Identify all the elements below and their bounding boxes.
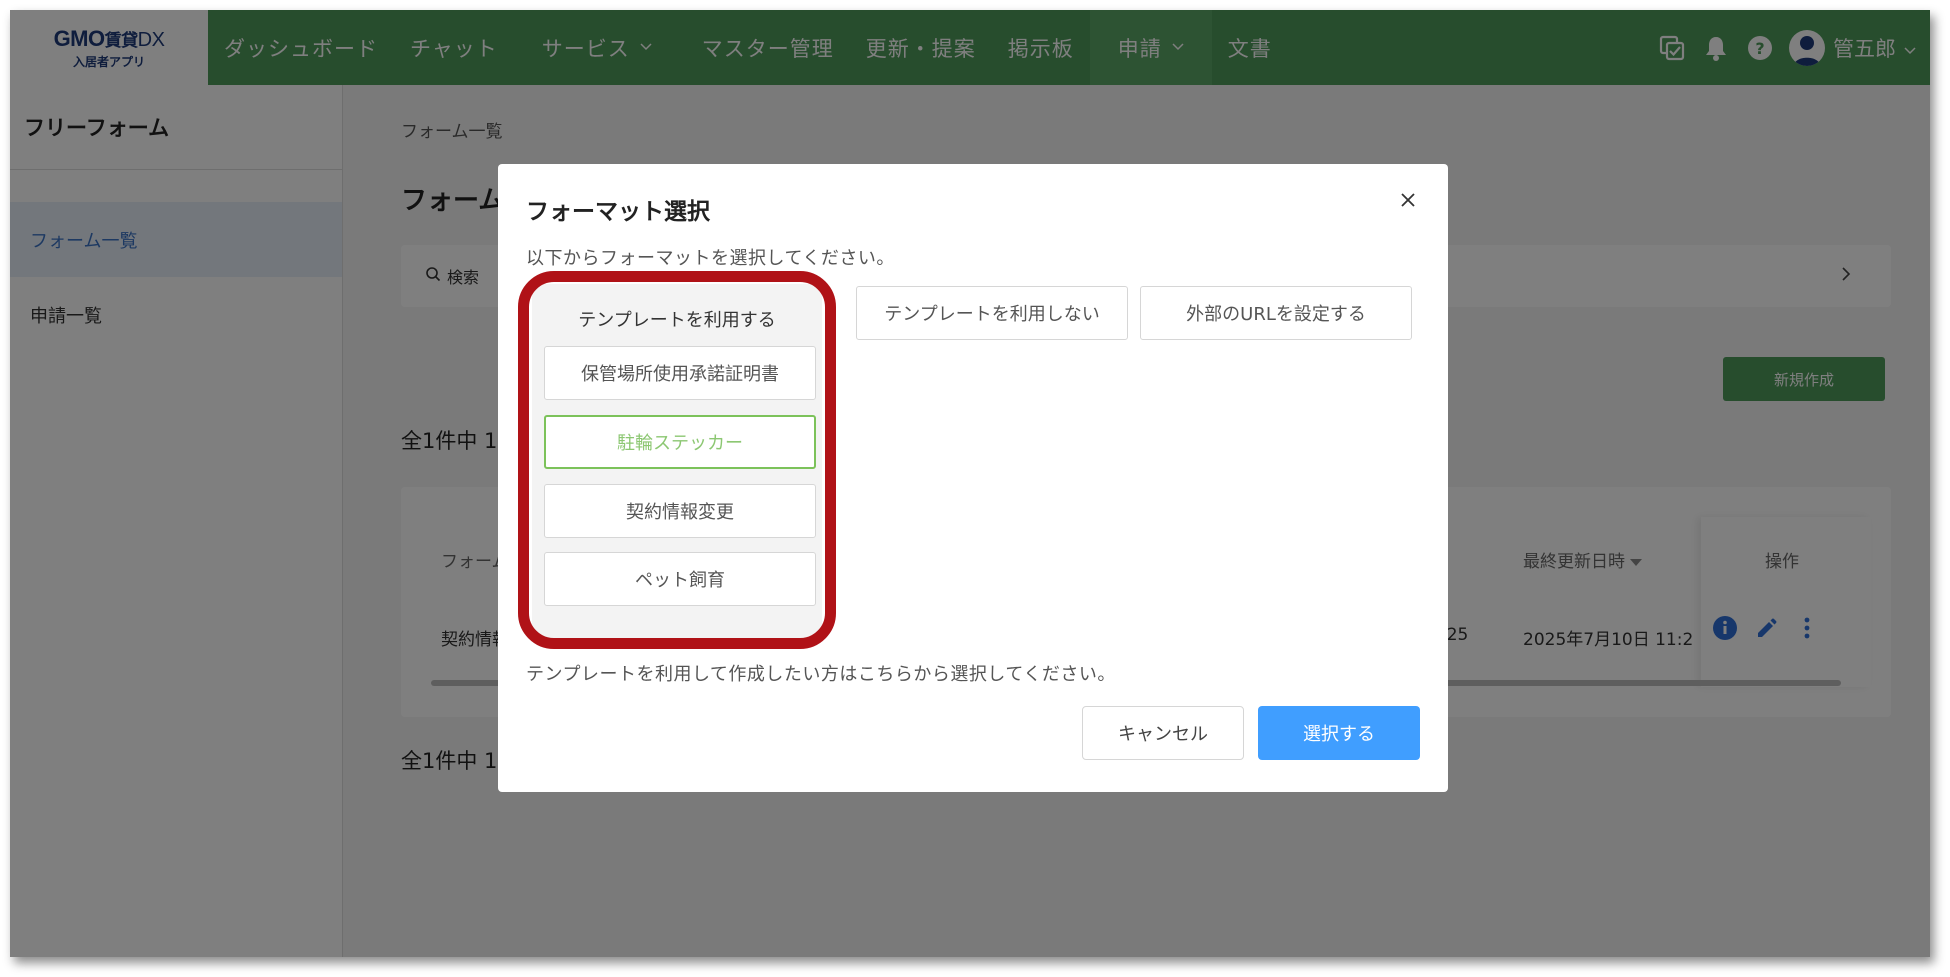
app-window: GMO賃貸DX 入居者アプリ ダッシュボード チャット サービス マスター管理 …	[10, 10, 1930, 957]
format-select-dialog: フォーマット選択 以下からフォーマットを選択してください。 テンプレートを利用す…	[498, 164, 1448, 792]
select-button[interactable]: 選択する	[1258, 706, 1420, 760]
cancel-button[interactable]: キャンセル	[1082, 706, 1244, 760]
dialog-title: フォーマット選択	[526, 199, 710, 225]
close-icon[interactable]	[1396, 188, 1420, 212]
no-template-button[interactable]: テンプレートを利用しない	[856, 286, 1128, 340]
dialog-note: テンプレートを利用して作成したい方はこちらから選択してください。	[526, 664, 1116, 685]
external-url-button[interactable]: 外部のURLを設定する	[1140, 286, 1412, 340]
dialog-description: 以下からフォーマットを選択してください。	[526, 248, 895, 269]
highlight-annotation	[518, 271, 836, 649]
